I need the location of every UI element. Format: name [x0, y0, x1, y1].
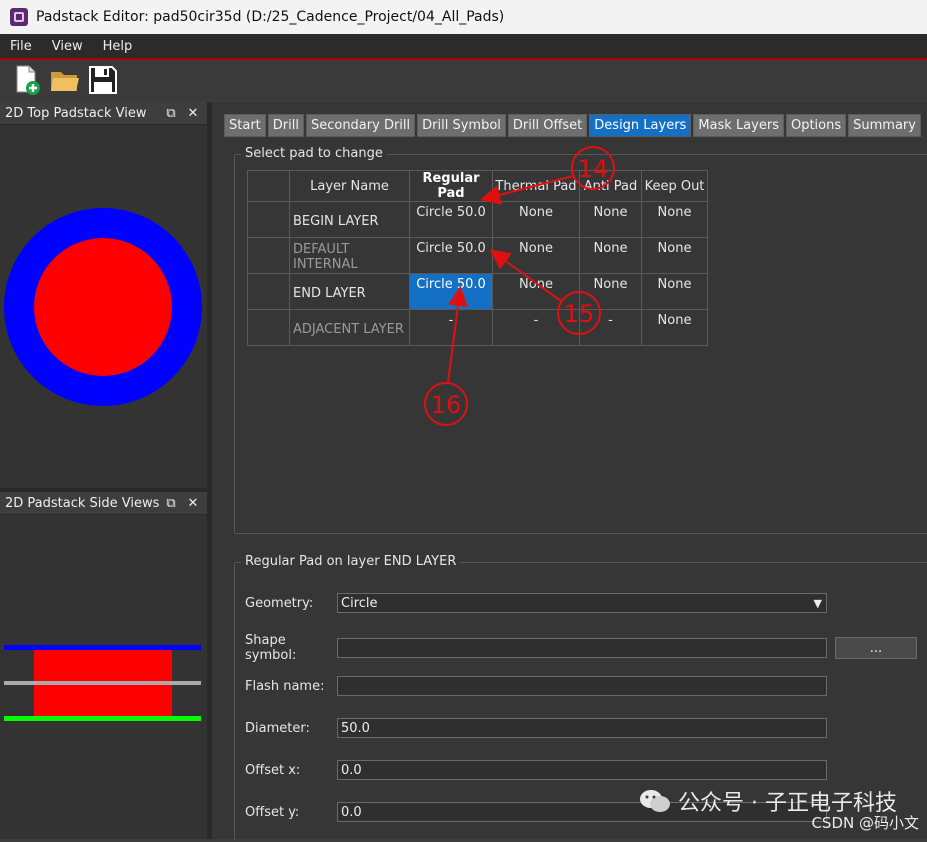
annotation-15-label: 15 [564, 300, 595, 328]
annotation-overlay: 14 15 16 [424, 146, 615, 426]
wechat-icon [640, 790, 671, 812]
annotation-16-label: 16 [431, 391, 462, 419]
annotation-14-label: 14 [578, 155, 609, 183]
source-credit: CSDN @码小文 [811, 814, 919, 832]
